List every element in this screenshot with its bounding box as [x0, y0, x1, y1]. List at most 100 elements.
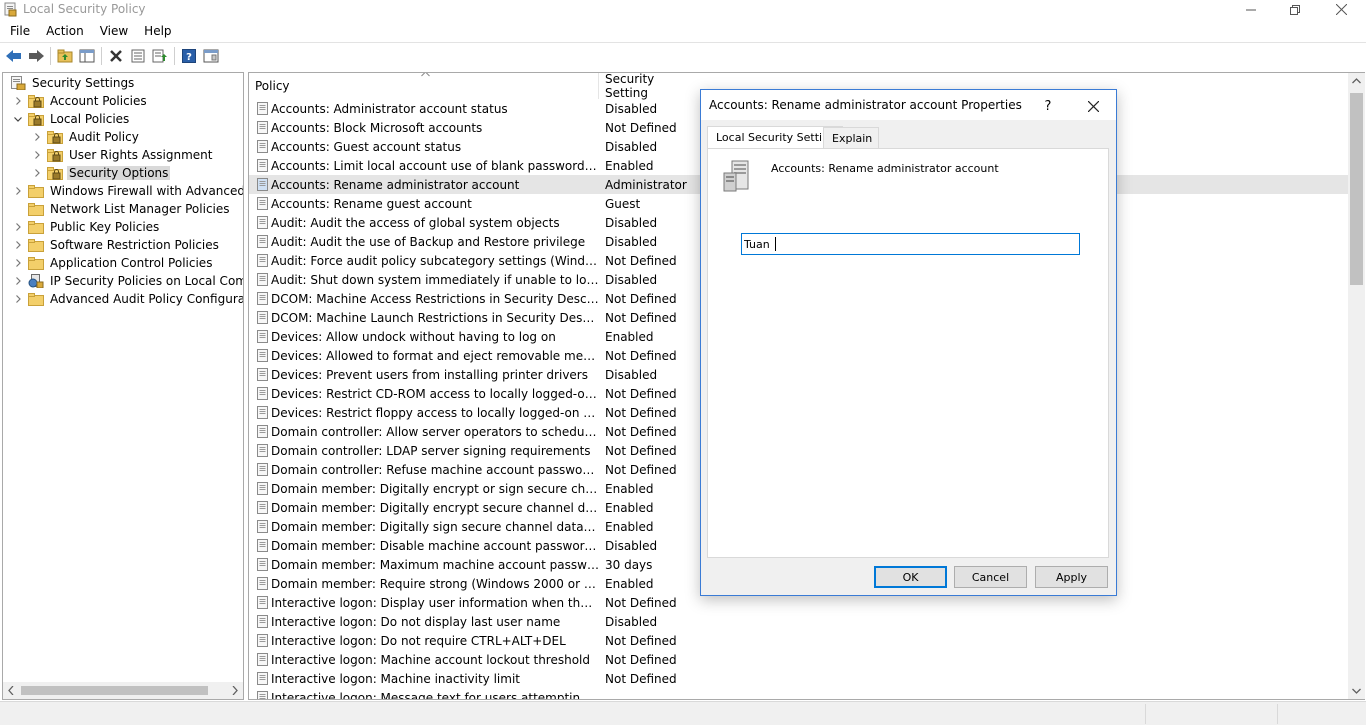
- scroll-down-icon[interactable]: [1352, 688, 1361, 694]
- policy-icon: [257, 349, 268, 362]
- chevron-right-icon[interactable]: [14, 97, 22, 105]
- tree-expander[interactable]: [12, 275, 24, 287]
- scroll-right-icon[interactable]: [231, 686, 239, 695]
- forward-button[interactable]: [25, 45, 47, 67]
- tree-item[interactable]: Account Policies: [12, 92, 149, 110]
- policy-row[interactable]: Interactive logon: Do not require CTRL+A…: [249, 631, 1349, 650]
- cancel-button[interactable]: Cancel: [954, 566, 1027, 588]
- tree-item-icon: [28, 256, 44, 270]
- policy-icon: [257, 463, 268, 476]
- tree-item[interactable]: Windows Firewall with Advanced Secu: [12, 182, 243, 200]
- tree-horizontal-scrollbar[interactable]: [3, 682, 243, 699]
- chevron-right-icon[interactable]: [14, 223, 22, 231]
- menu-file[interactable]: File: [0, 21, 38, 41]
- policy-icon: [257, 235, 268, 248]
- menu-view[interactable]: View: [92, 21, 136, 41]
- policy-icon: [257, 634, 268, 647]
- policy-name: Interactive logon: Display user informat…: [271, 595, 599, 610]
- policy-icon: [257, 444, 268, 457]
- policy-icon: [257, 292, 268, 305]
- policy-row[interactable]: Interactive logon: Message text for user…: [249, 688, 1349, 699]
- tree-item[interactable]: IP Security Policies on Local Compute: [12, 272, 243, 290]
- chevron-right-icon[interactable]: [14, 187, 22, 195]
- console-button[interactable]: [200, 45, 222, 67]
- tree-item-icon: [28, 112, 44, 126]
- account-name-input[interactable]: [741, 233, 1080, 255]
- tree-item[interactable]: Application Control Policies: [12, 254, 214, 272]
- apply-button[interactable]: Apply: [1035, 566, 1108, 588]
- tree-item[interactable]: Audit Policy: [31, 128, 141, 146]
- export-list-button[interactable]: [149, 45, 171, 67]
- toolbar-separator: [101, 46, 102, 65]
- column-header-security-setting[interactable]: Security Setting: [599, 72, 699, 100]
- policy-name: Devices: Restrict CD-ROM access to local…: [271, 386, 599, 401]
- chevron-right-icon[interactable]: [14, 277, 22, 285]
- menu-action[interactable]: Action: [38, 21, 92, 41]
- status-separator: [1145, 704, 1146, 724]
- tab-explain[interactable]: Explain: [823, 127, 880, 148]
- properties-button[interactable]: [127, 45, 149, 67]
- tree-expander[interactable]: [12, 293, 24, 305]
- policy-name: Accounts: Guest account status: [271, 139, 462, 154]
- scroll-left-icon[interactable]: [7, 686, 15, 695]
- tree-item[interactable]: Software Restriction Policies: [12, 236, 221, 254]
- folder-lock-icon: [47, 149, 63, 162]
- tree-item[interactable]: Security Options: [31, 164, 171, 182]
- tree-item-icon: [10, 76, 26, 90]
- delete-button[interactable]: [105, 45, 127, 67]
- chevron-right-icon[interactable]: [33, 151, 41, 159]
- tree-expander[interactable]: [12, 185, 24, 197]
- dialog-help-button[interactable]: ?: [1034, 95, 1062, 117]
- chevron-down-icon[interactable]: [14, 115, 22, 123]
- folder-icon: [28, 239, 44, 252]
- tree-item-label: Advanced Audit Policy Configuration: [50, 292, 244, 306]
- menu-help[interactable]: Help: [136, 21, 179, 41]
- tree-expander[interactable]: [12, 221, 24, 233]
- policy-setting: Not Defined: [605, 405, 677, 420]
- chevron-right-icon[interactable]: [14, 241, 22, 249]
- tree-expander[interactable]: [12, 239, 24, 251]
- tree-expander[interactable]: [12, 95, 24, 107]
- back-button[interactable]: [3, 45, 25, 67]
- ok-button[interactable]: OK: [874, 566, 947, 588]
- column-header-policy[interactable]: Policy: [249, 73, 599, 99]
- close-window-button[interactable]: [1318, 0, 1364, 19]
- tree-item[interactable]: User Rights Assignment: [31, 146, 214, 164]
- tree-item[interactable]: Advanced Audit Policy Configuration: [12, 290, 244, 308]
- tree-expander[interactable]: [12, 257, 24, 269]
- scroll-up-icon[interactable]: [1352, 78, 1361, 84]
- chevron-right-icon[interactable]: [33, 133, 41, 141]
- policy-row[interactable]: Interactive logon: Do not display last u…: [249, 612, 1349, 631]
- policy-name: Interactive logon: Machine inactivity li…: [271, 671, 520, 686]
- chevron-right-icon[interactable]: [33, 169, 41, 177]
- tree-item[interactable]: Security Settings: [6, 74, 136, 92]
- list-vertical-scrollbar[interactable]: [1348, 73, 1365, 699]
- policy-setting: Not Defined: [605, 462, 677, 477]
- policy-name: Domain member: Require strong (Windows 2…: [271, 576, 599, 591]
- tree-expander[interactable]: [31, 131, 43, 143]
- policy-icon: [257, 425, 268, 438]
- policy-row[interactable]: Interactive logon: Machine account locko…: [249, 650, 1349, 669]
- tree-expander: [12, 203, 24, 215]
- show-hide-tree-button[interactable]: [76, 45, 98, 67]
- tree-scroll-thumb[interactable]: [21, 686, 208, 695]
- delete-icon: [110, 49, 122, 62]
- restore-button[interactable]: [1272, 0, 1318, 19]
- help-button[interactable]: ?: [178, 45, 200, 67]
- column-header-security-setting-label: Security Setting: [605, 72, 655, 100]
- policy-row[interactable]: Interactive logon: Machine inactivity li…: [249, 669, 1349, 688]
- chevron-right-icon[interactable]: [14, 295, 22, 303]
- up-folder-button[interactable]: [54, 45, 76, 67]
- chevron-right-icon[interactable]: [14, 259, 22, 267]
- policy-setting: Administrator: [605, 177, 687, 192]
- list-scroll-thumb[interactable]: [1350, 93, 1363, 285]
- policy-icon: [257, 615, 268, 628]
- tree-item[interactable]: Local Policies: [12, 110, 131, 128]
- dialog-close-button[interactable]: [1078, 95, 1108, 117]
- tree-item[interactable]: Public Key Policies: [12, 218, 161, 236]
- tree-item[interactable]: Network List Manager Policies: [12, 200, 232, 218]
- tree-expander[interactable]: [31, 167, 43, 179]
- tree-expander[interactable]: [12, 113, 24, 125]
- minimize-button[interactable]: [1228, 0, 1274, 19]
- tree-expander[interactable]: [31, 149, 43, 161]
